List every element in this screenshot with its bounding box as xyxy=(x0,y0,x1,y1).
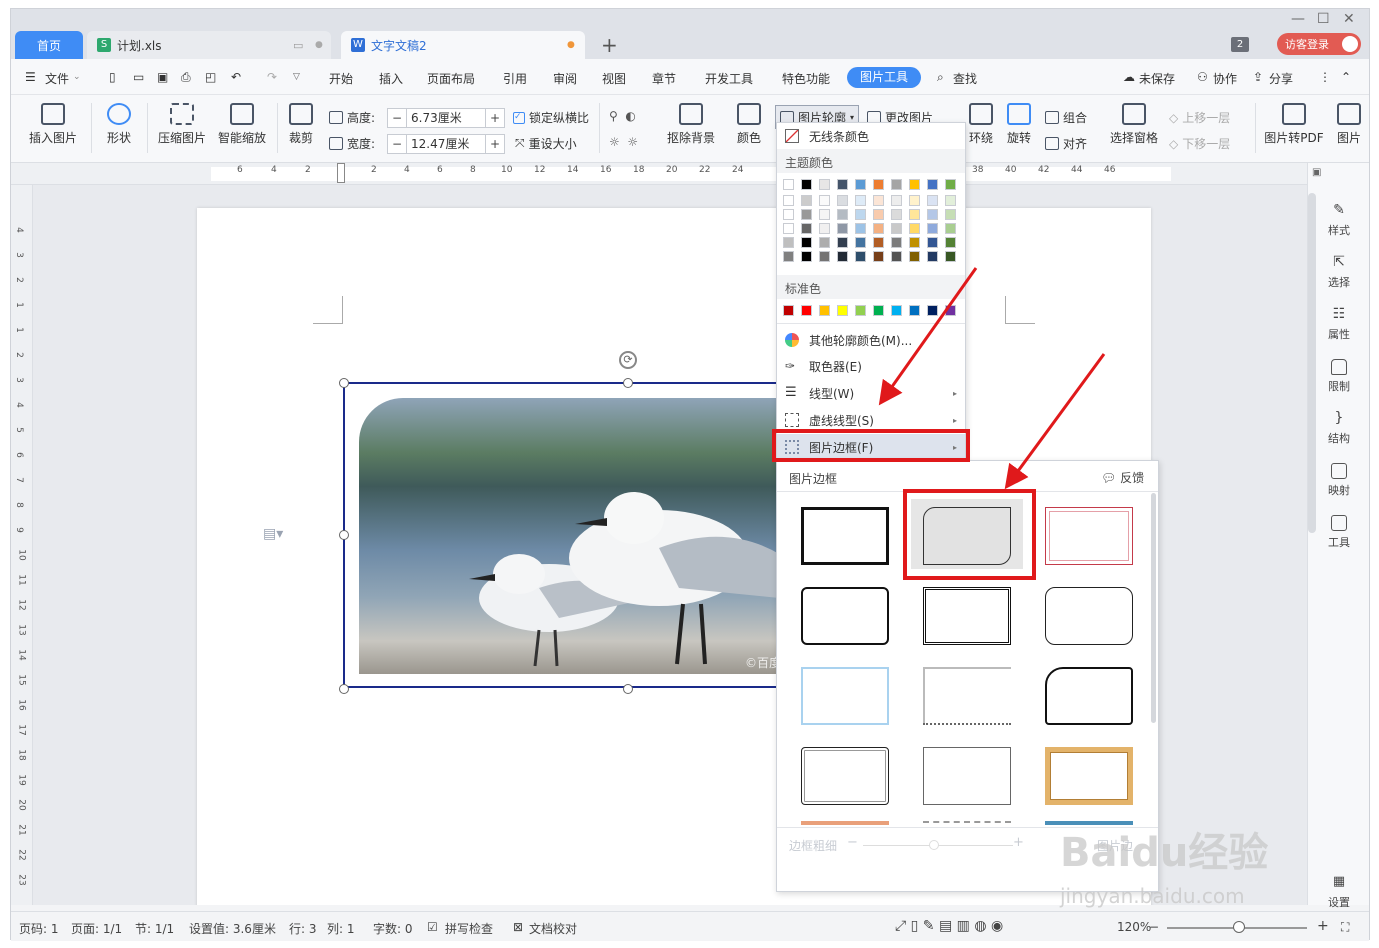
watermark-brand: Baidu经验 xyxy=(1060,830,1269,876)
red-arrow-2 xyxy=(1004,353,1106,490)
baidu-watermark: Baidu经验 xyxy=(1060,820,1268,878)
annotation-arrows xyxy=(878,267,1106,490)
watermark-url: jingyan.baidu.com xyxy=(1060,884,1245,908)
red-arrow-1 xyxy=(878,267,978,406)
